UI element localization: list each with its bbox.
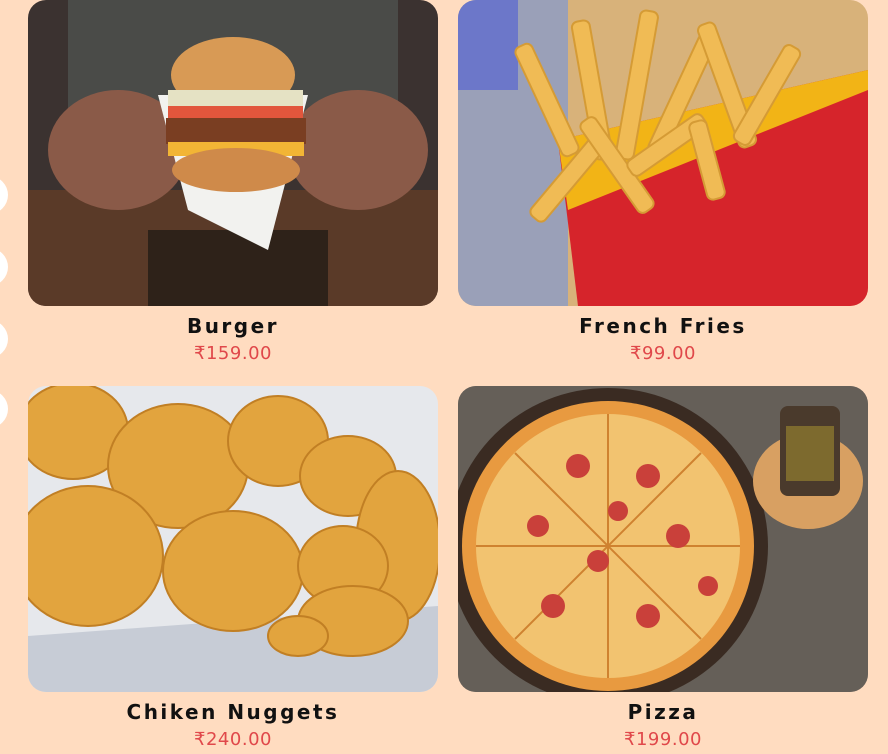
fries-photo[interactable]: [458, 0, 868, 306]
nuggets-photo[interactable]: [28, 386, 438, 692]
menu-item-name: French Fries: [579, 314, 747, 338]
pizza-photo[interactable]: [458, 386, 868, 692]
side-nav-dot-4[interactable]: [0, 390, 8, 428]
menu-item-name: Pizza: [627, 700, 699, 724]
menu-card-chiken-nuggets[interactable]: Chiken Nuggets ₹240.00: [28, 386, 438, 752]
menu-card-burger[interactable]: Burger ₹159.00: [28, 0, 438, 366]
side-nav-dot-1[interactable]: [0, 176, 8, 214]
side-nav-dot-3[interactable]: [0, 320, 8, 358]
menu-item-price: ₹240.00: [194, 729, 272, 750]
side-nav-dot-2[interactable]: [0, 248, 8, 286]
menu-item-price: ₹159.00: [194, 343, 272, 364]
menu-item-name: Chiken Nuggets: [126, 700, 340, 724]
menu-item-name: Burger: [186, 314, 280, 338]
menu-page: Burger ₹159.00 French Fries ₹99.00 Chike…: [0, 0, 888, 754]
menu-card-pizza[interactable]: Pizza ₹199.00: [458, 386, 868, 752]
menu-item-price: ₹99.00: [630, 343, 696, 364]
burger-photo[interactable]: [28, 0, 438, 306]
menu-card-french-fries[interactable]: French Fries ₹99.00: [458, 0, 868, 366]
menu-item-price: ₹199.00: [624, 729, 702, 750]
